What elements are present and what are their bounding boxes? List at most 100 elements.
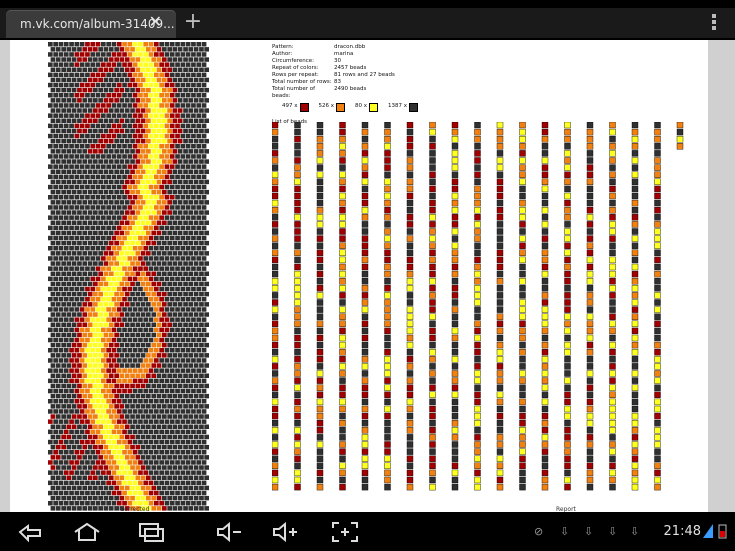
bead-list-swatch xyxy=(519,363,526,370)
bead xyxy=(77,128,82,134)
page-content[interactable]: Corrected Pattern: dracon.dbb Author: marin… xyxy=(0,40,735,513)
bead xyxy=(148,205,154,210)
bead-list-swatch xyxy=(496,391,504,398)
bead xyxy=(103,485,109,491)
bead-list-swatch xyxy=(272,448,279,455)
bead xyxy=(108,322,114,327)
bead-list-swatch xyxy=(384,206,391,214)
bead-list-swatch xyxy=(384,178,391,185)
bead xyxy=(122,276,127,282)
bead xyxy=(167,383,172,389)
bead xyxy=(162,138,167,144)
bead xyxy=(106,256,111,261)
bead-list-swatch xyxy=(384,391,391,398)
bead-list-swatch xyxy=(272,391,279,398)
bead-list-swatch xyxy=(496,377,504,384)
bead xyxy=(185,368,191,373)
bead xyxy=(143,480,149,486)
bead xyxy=(156,67,162,72)
bead xyxy=(175,276,180,282)
bead-list-swatch xyxy=(294,341,301,349)
bead xyxy=(106,450,111,455)
recent-apps-icon[interactable] xyxy=(136,520,166,544)
volume-down-icon[interactable] xyxy=(214,520,244,544)
bead xyxy=(143,123,149,129)
bead-list-swatch xyxy=(654,292,661,299)
bead xyxy=(172,77,178,83)
overflow-menu-icon[interactable] xyxy=(711,12,717,32)
bead xyxy=(48,439,53,445)
bead-list-swatch xyxy=(384,164,391,171)
bead xyxy=(146,434,151,440)
bead xyxy=(124,353,130,358)
bead xyxy=(183,149,188,154)
bead xyxy=(180,62,186,67)
bead xyxy=(140,353,146,358)
bead xyxy=(106,286,111,292)
close-tab-icon[interactable]: ✕ xyxy=(149,14,162,30)
bead xyxy=(140,230,146,236)
bead xyxy=(90,235,96,241)
download-icon[interactable]: ⇩ xyxy=(560,525,572,539)
bead xyxy=(98,47,103,52)
bead xyxy=(93,363,98,368)
bead xyxy=(50,414,56,419)
home-icon[interactable] xyxy=(72,520,102,544)
bead xyxy=(177,495,183,501)
bead xyxy=(132,174,138,180)
bead-list-swatch xyxy=(586,249,594,257)
bead xyxy=(74,246,80,251)
bead xyxy=(172,312,178,317)
bead-list-swatch xyxy=(541,306,549,313)
bead xyxy=(191,307,196,312)
bead xyxy=(183,47,188,52)
bead xyxy=(48,246,53,251)
bead xyxy=(130,159,135,164)
download-icon[interactable]: ⇩ xyxy=(630,525,642,539)
bead-list-swatch xyxy=(519,135,526,143)
clock[interactable]: 21:48 xyxy=(664,524,701,539)
bead xyxy=(79,490,85,496)
bead-list-swatch xyxy=(541,469,549,477)
bead xyxy=(169,307,175,312)
bead xyxy=(199,179,204,185)
bead xyxy=(127,470,133,475)
browser-tab[interactable]: m.vk.com/album-31409... ✕ xyxy=(6,10,176,38)
bead xyxy=(177,404,183,409)
bead xyxy=(124,179,130,185)
download-icon[interactable]: ⇩ xyxy=(608,525,620,539)
bead-list-swatch xyxy=(541,334,549,342)
blocked-notification-icon[interactable]: ⊘ xyxy=(534,525,546,539)
back-icon[interactable] xyxy=(16,520,44,544)
bead xyxy=(58,450,64,455)
bead xyxy=(103,465,109,470)
bead xyxy=(93,271,98,276)
bead xyxy=(69,460,74,465)
bead xyxy=(79,164,85,169)
bead xyxy=(87,434,93,440)
screenshot-icon[interactable] xyxy=(330,520,360,544)
bead xyxy=(114,220,119,225)
bead xyxy=(146,312,151,317)
bead xyxy=(156,189,162,195)
bead xyxy=(98,363,103,368)
bead xyxy=(148,195,154,200)
bead-list-swatch xyxy=(406,214,414,221)
bead xyxy=(48,154,53,159)
bead xyxy=(63,317,69,322)
download-icon[interactable]: ⇩ xyxy=(584,525,596,539)
bead xyxy=(63,419,69,424)
bead-list-swatch xyxy=(406,320,414,328)
bead xyxy=(71,67,77,72)
new-tab-icon[interactable]: + xyxy=(182,11,204,34)
bead-list-swatch xyxy=(496,462,504,469)
bead-list-swatch xyxy=(541,476,549,484)
bead xyxy=(63,470,69,475)
bead xyxy=(154,164,159,169)
volume-up-icon[interactable] xyxy=(270,520,300,544)
bead-list-swatch xyxy=(474,143,481,150)
bead xyxy=(169,490,175,496)
bead xyxy=(183,251,188,256)
bead-list-swatch xyxy=(496,270,504,278)
bead xyxy=(71,363,77,368)
